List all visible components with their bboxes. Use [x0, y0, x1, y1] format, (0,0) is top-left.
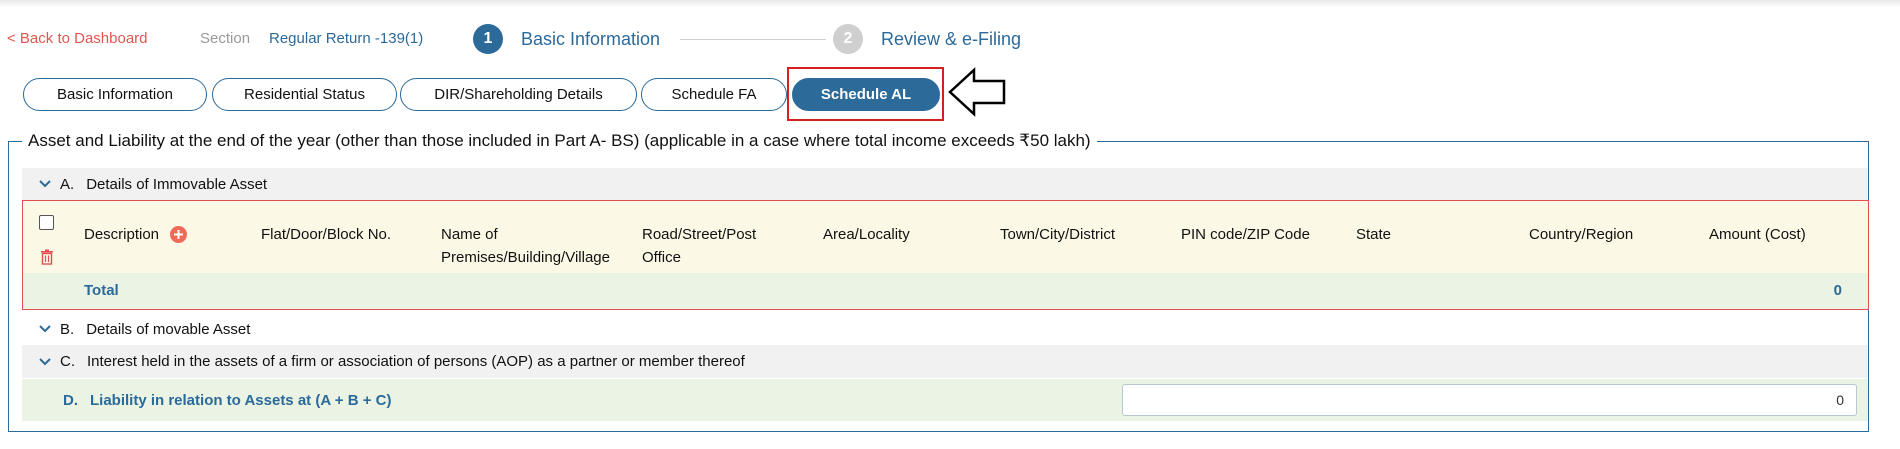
back-to-dashboard-link[interactable]: < Back to Dashboard: [7, 30, 148, 47]
table-total-row: Total 0: [23, 273, 1868, 309]
select-all-checkbox[interactable]: [39, 215, 54, 230]
step-review-efiling[interactable]: 2 Review & e-Filing: [833, 24, 1021, 54]
chevron-down-icon[interactable]: [38, 355, 52, 369]
section-c-header[interactable]: C. Interest held in the assets of a firm…: [22, 345, 1868, 378]
section-letter: D.: [63, 391, 78, 409]
tab-dir-shareholding-details[interactable]: DIR/Shareholding Details: [400, 78, 637, 111]
section-b-header[interactable]: B. Details of movable Asset: [22, 314, 1868, 344]
section-title: Details of movable Asset: [86, 320, 251, 338]
liability-amount-input[interactable]: [1122, 384, 1857, 416]
section-title: Interest held in the assets of a firm or…: [87, 353, 745, 370]
section-label: Section: [200, 30, 251, 47]
top-shadow: [0, 0, 1900, 8]
section-title: Liability in relation to Assets at (A + …: [90, 391, 392, 409]
chevron-down-icon[interactable]: [38, 322, 52, 336]
step-number: 1: [473, 24, 503, 54]
section-letter: C.: [60, 353, 75, 370]
chevron-down-icon[interactable]: [38, 177, 52, 191]
section-value: Regular Return -139(1): [269, 30, 424, 47]
immovable-asset-table: Description Flat/Door/Block No. Name of …: [22, 200, 1869, 310]
col-road-street-post-office: Road/Street/Post Office: [642, 226, 757, 266]
step-number: 2: [833, 24, 863, 54]
step-basic-information[interactable]: 1 Basic Information: [473, 24, 660, 54]
add-row-plus-icon[interactable]: [170, 226, 187, 243]
tab-highlight-box: [787, 67, 944, 121]
col-country-region: Country/Region: [1529, 226, 1634, 243]
col-flat-door-block: Flat/Door/Block No.: [261, 226, 392, 243]
step-connector: [680, 39, 826, 40]
table-header-row: Description Flat/Door/Block No. Name of …: [23, 201, 1868, 273]
col-area-locality: Area/Locality: [823, 226, 910, 243]
trash-icon[interactable]: [40, 249, 54, 265]
section-letter: A.: [60, 175, 75, 193]
tab-schedule-fa[interactable]: Schedule FA: [641, 78, 787, 111]
col-state: State: [1356, 226, 1392, 243]
tab-residential-status[interactable]: Residential Status: [212, 78, 397, 111]
col-name-of-premises: Name of Premises/Building/Village: [441, 226, 610, 266]
col-description: Description: [84, 226, 160, 243]
step-label: Review & e-Filing: [881, 28, 1022, 49]
left-arrow-icon: [948, 67, 1006, 117]
total-value: 0: [1833, 282, 1842, 299]
step-label: Basic Information: [521, 28, 661, 49]
col-pin-zip-code: PIN code/ZIP Code: [1181, 226, 1310, 243]
tab-basic-information[interactable]: Basic Information: [23, 78, 207, 111]
col-amount-cost: Amount (Cost): [1709, 226, 1806, 243]
section-title: Details of Immovable Asset: [86, 175, 268, 193]
total-label: Total: [84, 282, 119, 299]
section-a-header[interactable]: A. Details of Immovable Asset: [22, 168, 1868, 200]
col-town-city-district: Town/City/District: [1000, 226, 1116, 243]
panel-title: Asset and Liability at the end of the ye…: [22, 131, 1097, 151]
section-letter: B.: [60, 320, 75, 338]
